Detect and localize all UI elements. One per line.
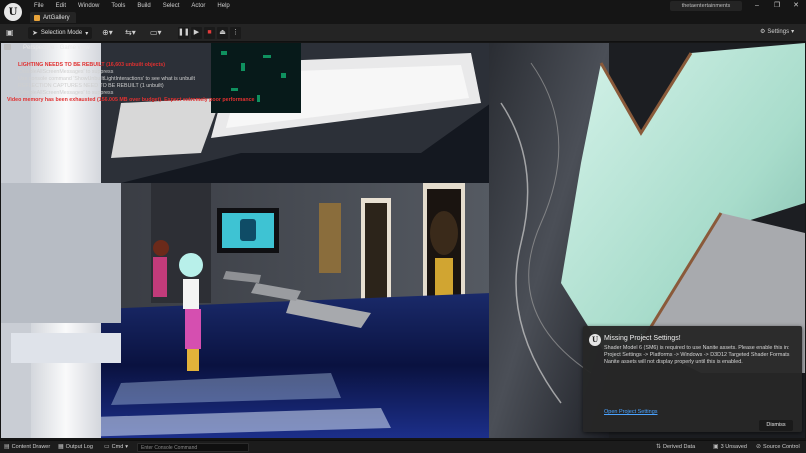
maximize-button[interactable]: ❐: [768, 1, 786, 11]
step-button[interactable]: ▶: [191, 27, 202, 39]
add-content-icon[interactable]: ⊕▾: [102, 28, 113, 38]
unsaved-label: 3 Unsaved: [720, 444, 747, 450]
level-viewport[interactable]: Perspective · Game view LIGHTING NEEDS T…: [1, 43, 805, 438]
play-controls: ❚❚ ▶ ■ ⏏ ⋮: [178, 27, 241, 39]
warning-reflection: REFLECTION CAPTURES NEED TO BE REBUILT (…: [18, 83, 164, 89]
chevron-down-icon: ▾: [85, 30, 89, 37]
document-tab-artgallery[interactable]: ArtGallery: [30, 12, 76, 23]
content-drawer-label: Content Drawer: [11, 444, 51, 450]
selection-mode-label: Selection Mode: [40, 30, 83, 36]
warning-unbuilt-hint: Use console command 'ShowUnbuiltLightInt…: [18, 76, 195, 82]
menu-select[interactable]: Select: [157, 2, 186, 11]
source-control-button[interactable]: ⊘ Source Control: [756, 443, 800, 452]
viewport-menu-icon: [4, 44, 11, 50]
play-options-icon[interactable]: ⋮: [230, 27, 241, 39]
main-menu: File Edit Window Tools Build Select Acto…: [28, 2, 236, 11]
unsaved-button[interactable]: ▣ 3 Unsaved: [713, 443, 747, 452]
dismiss-button[interactable]: Dismiss: [759, 420, 793, 431]
notification-body: Shader Model 6 (SM6) is required to use …: [604, 345, 790, 365]
chevron-down-icon: ▾: [125, 444, 129, 450]
source-control-icon: ⊘: [756, 444, 762, 450]
derived-data-button[interactable]: ⇅ Derived Data: [656, 443, 695, 452]
derived-data-icon: ⇅: [656, 444, 662, 450]
folder-icon: ▤: [4, 444, 10, 450]
menu-edit[interactable]: Edit: [50, 2, 72, 11]
title-bar: U File Edit Window Tools Build Select Ac…: [0, 0, 806, 24]
output-log-button[interactable]: ▦ Output Log: [58, 443, 93, 452]
console-command-input[interactable]: Enter Console Command: [137, 443, 249, 452]
cmd-label: Cmd: [111, 444, 124, 450]
missing-project-settings-notification: U Missing Project Settings! Shader Model…: [583, 326, 802, 432]
source-control-label: Source Control: [763, 444, 800, 450]
stop-button[interactable]: ■: [204, 27, 215, 39]
selection-mode-dropdown[interactable]: ➤ Selection Mode ▾: [28, 27, 93, 39]
status-bar: ▤ Content Drawer ▦ Output Log ▭ Cmd ▾ En…: [0, 440, 806, 453]
content-drawer-button[interactable]: ▤ Content Drawer: [4, 443, 50, 452]
cmd-dropdown[interactable]: ▭ Cmd ▾: [104, 443, 128, 452]
unreal-logo-icon[interactable]: U: [4, 3, 22, 21]
warning-suppress-1: 'DisableAllScreenMessages' to suppress: [18, 69, 114, 75]
main-toolbar: ▣ ➤ Selection Mode ▾ ⊕▾ ⇆▾ ▭▾ ❚❚ ▶ ■ ⏏ ⋮…: [0, 24, 806, 42]
notification-title: Missing Project Settings!: [604, 335, 681, 342]
level-icon: [34, 14, 40, 21]
save-icon[interactable]: ▣: [6, 28, 14, 38]
cursor-arrow-icon: ➤: [32, 30, 38, 37]
menu-file[interactable]: File: [28, 2, 50, 11]
warning-suppress-2: 'DisableAllScreenMessages' to suppress: [18, 90, 114, 96]
menu-tools[interactable]: Tools: [105, 2, 131, 11]
settings-label: Settings: [767, 28, 790, 35]
menu-actor[interactable]: Actor: [185, 2, 211, 11]
derived-data-label: Derived Data: [663, 444, 696, 450]
output-log-label: Output Log: [65, 444, 93, 450]
close-button[interactable]: ✕: [787, 1, 805, 11]
settings-dropdown[interactable]: ⚙ Settings ▾: [760, 28, 795, 36]
minimize-button[interactable]: –: [748, 1, 766, 11]
warning-video-memory: Video memory has been exhausted (156.005…: [7, 97, 255, 103]
gear-icon: ⚙: [760, 29, 766, 35]
viewport-options[interactable]: [4, 44, 11, 50]
warning-lighting: LIGHTING NEEDS TO BE REBUILT (16,603 unb…: [18, 62, 165, 68]
document-tab-label: ArtGallery: [43, 14, 70, 21]
account-name[interactable]: thetaentertainments: [670, 1, 742, 11]
unreal-logo-icon: U: [589, 334, 601, 346]
viewport-header: Perspective · Game view: [23, 45, 90, 51]
cinematics-icon[interactable]: ▭▾: [150, 28, 162, 38]
eject-button[interactable]: ⏏: [217, 27, 228, 39]
menu-build[interactable]: Build: [131, 2, 156, 11]
open-project-settings-link[interactable]: Open Project Settings: [604, 409, 658, 415]
chevron-down-icon: ▾: [791, 29, 795, 35]
pause-button[interactable]: ❚❚: [178, 27, 190, 39]
terminal-icon: ▭: [104, 444, 110, 450]
log-icon: ▦: [58, 444, 64, 450]
blueprint-icon[interactable]: ⇆▾: [125, 28, 136, 38]
menu-help[interactable]: Help: [211, 2, 235, 11]
menu-window[interactable]: Window: [72, 2, 105, 11]
unsaved-icon: ▣: [713, 444, 719, 450]
